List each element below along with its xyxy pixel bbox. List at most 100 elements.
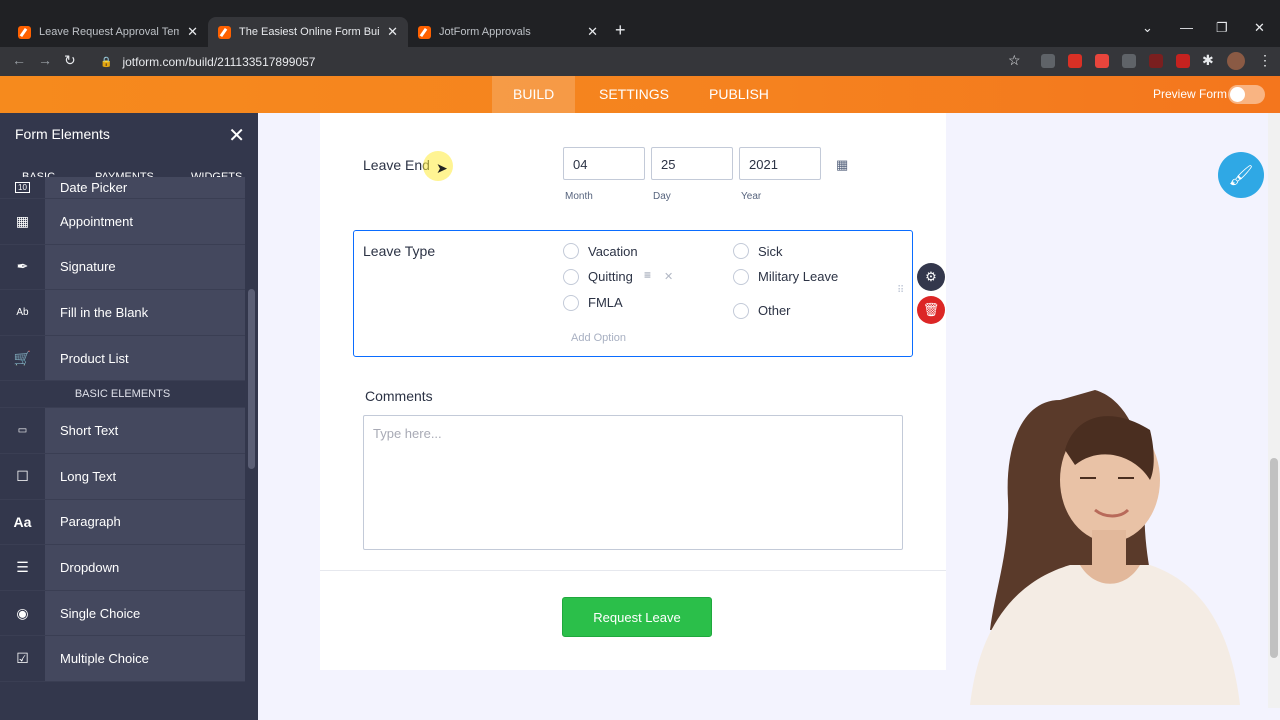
pdf-extension-icon[interactable] (1068, 54, 1082, 68)
cart-icon: 🛒 (0, 335, 45, 381)
element-date-picker[interactable]: 10 Date Picker (0, 177, 245, 199)
element-fill-in-the-blank[interactable]: Ab Fill in the Blank (0, 290, 245, 336)
element-single-choice[interactable]: ◉ Single Choice (0, 590, 245, 637)
menu-kebab-icon[interactable]: ⋮ (1258, 52, 1272, 69)
request-leave-button[interactable]: Request Leave (562, 597, 712, 637)
option-label[interactable]: Other (758, 303, 791, 318)
option-label[interactable]: Quitting (588, 269, 633, 284)
long-text-icon: ☐ (0, 453, 45, 499)
builder-top-nav: BUILD SETTINGS PUBLISH Preview Form (0, 76, 1280, 113)
main-scrollbar[interactable] (1268, 113, 1280, 708)
leave-end-label: Leave End (363, 157, 430, 173)
jotform-favicon-icon (18, 25, 31, 39)
drag-handle-icon[interactable]: ≡ (644, 268, 651, 282)
extension-icon[interactable] (1041, 54, 1055, 68)
field-drag-dots-icon[interactable]: ⠿ (897, 285, 904, 296)
basic-elements-heading: BASIC ELEMENTS (0, 381, 245, 409)
calendar-icon[interactable]: ▦ (836, 157, 848, 173)
tab-build[interactable]: BUILD (492, 76, 576, 113)
close-tab-icon[interactable]: ✕ (187, 24, 198, 40)
minimize-icon[interactable]: — (1180, 20, 1193, 35)
back-icon[interactable]: ← (12, 52, 26, 68)
element-label: Single Choice (60, 605, 141, 621)
jotform-favicon-icon (218, 25, 231, 39)
browser-tab-1[interactable]: Leave Request Approval Template ✕ (8, 17, 208, 47)
element-long-text[interactable]: ☐ Long Text (0, 453, 245, 500)
field-settings-gear-icon[interactable]: ⚙ (917, 263, 945, 291)
element-label: Fill in the Blank (60, 304, 149, 320)
tab-publish[interactable]: PUBLISH (688, 76, 790, 113)
radio-vacation[interactable] (563, 243, 579, 259)
forward-icon[interactable]: → (38, 52, 52, 68)
element-short-text[interactable]: ▭ Short Text (0, 408, 245, 454)
presenter-illustration (970, 390, 1240, 705)
option-label[interactable]: FMLA (588, 295, 623, 310)
pen-icon: ✒ (0, 244, 45, 290)
option-label[interactable]: Military Leave (758, 269, 838, 284)
url-text: jotform.com/build/211133517899057 (122, 55, 316, 69)
element-product-list[interactable]: 🛒 Product List (0, 335, 245, 382)
radio-other[interactable] (733, 303, 749, 319)
new-tab-icon[interactable]: + (615, 20, 626, 41)
jotform-favicon-icon (418, 25, 431, 39)
add-option-link[interactable]: Add Option (571, 332, 626, 344)
preview-form-toggle[interactable] (1228, 85, 1265, 104)
bookmark-star-icon[interactable]: ☆ (1008, 52, 1021, 69)
browser-tab-2[interactable]: The Easiest Online Form Builder ✕ (208, 17, 408, 47)
profile-avatar[interactable] (1227, 52, 1245, 70)
year-sublabel: Year (741, 191, 762, 202)
comments-textarea[interactable]: Type here... (363, 415, 903, 550)
tab-search-icon[interactable]: ⌄ (1142, 20, 1153, 36)
mouse-cursor-icon: ➤ (436, 160, 448, 176)
close-window-icon[interactable]: ✕ (1254, 20, 1265, 36)
extension-icon[interactable] (1095, 54, 1109, 68)
element-dropdown[interactable]: ☰ Dropdown (0, 545, 245, 591)
radio-military-leave[interactable] (733, 269, 749, 285)
close-tab-icon[interactable]: ✕ (387, 24, 398, 40)
tab-title: JotForm Approvals (439, 26, 531, 38)
browser-tab-3[interactable]: JotForm Approvals ✕ (408, 17, 608, 47)
element-list: 10 Date Picker ▦ Appointment ✒ Signature… (0, 177, 245, 682)
puzzle-icon[interactable]: ✱ (1202, 52, 1214, 69)
radio-quitting[interactable] (563, 269, 579, 285)
month-sublabel: Month (565, 191, 593, 202)
month-input[interactable]: 04 (563, 147, 645, 180)
form-card: Leave End 04 25 2021 ▦ Month Day Year Le… (320, 113, 946, 670)
radio-icon: ◉ (0, 590, 45, 636)
checkbox-icon: ☑ (0, 636, 45, 681)
element-label: Multiple Choice (60, 651, 149, 667)
extension-icon[interactable] (1149, 54, 1163, 68)
element-label: Paragraph (60, 514, 121, 530)
element-label: Appointment (60, 213, 133, 229)
url-field[interactable]: 🔒 jotform.com/build/211133517899057 (100, 51, 1030, 73)
preview-form-label: Preview Form (1153, 87, 1228, 101)
option-label[interactable]: Vacation (588, 244, 638, 259)
option-label[interactable]: Sick (758, 244, 783, 259)
calendar-icon: 10 (0, 177, 45, 198)
close-icon[interactable]: ✕ (228, 123, 245, 148)
radio-sick[interactable] (733, 243, 749, 259)
form-designer-paint-icon[interactable]: 🖌 (1218, 152, 1264, 198)
scroll-thumb[interactable] (1270, 458, 1278, 658)
element-label: Signature (60, 259, 116, 275)
radio-fmla[interactable] (563, 295, 579, 311)
element-signature[interactable]: ✒ Signature (0, 244, 245, 291)
restore-icon[interactable]: ❐ (1216, 20, 1228, 36)
element-multiple-choice[interactable]: ☑ Multiple Choice (0, 636, 245, 682)
extension-icon[interactable] (1176, 54, 1190, 68)
close-tab-icon[interactable]: ✕ (587, 24, 598, 40)
remove-option-icon[interactable]: ✕ (664, 270, 673, 283)
field-delete-trash-icon[interactable]: 🗑 (917, 296, 945, 324)
sidebar-scrollbar[interactable] (248, 289, 255, 469)
element-paragraph[interactable]: Aa Paragraph (0, 499, 245, 546)
tab-title: The Easiest Online Form Builder (239, 26, 380, 38)
extension-icon[interactable] (1122, 54, 1136, 68)
year-input[interactable]: 2021 (739, 147, 821, 180)
element-appointment[interactable]: ▦ Appointment (0, 199, 245, 245)
reload-icon[interactable]: ↻ (64, 52, 76, 69)
element-label: Long Text (60, 468, 117, 484)
day-input[interactable]: 25 (651, 147, 733, 180)
tab-settings[interactable]: SETTINGS (578, 76, 690, 113)
day-sublabel: Day (653, 191, 671, 202)
leave-type-label: Leave Type (363, 243, 436, 259)
